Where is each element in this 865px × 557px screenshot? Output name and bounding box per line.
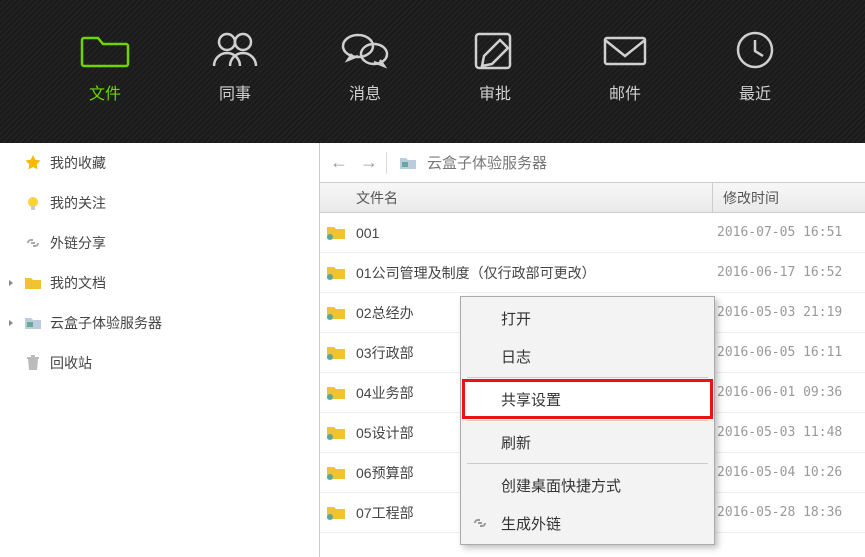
sidebar-share[interactable]: 外链分享 — [0, 223, 319, 263]
row-label: 05设计部 — [356, 423, 414, 443]
trash-icon — [24, 354, 42, 372]
row-time: 2016-05-03 21:19 — [713, 305, 865, 320]
ctx-item-label: 共享设置 — [501, 389, 561, 410]
ctx-item-label: 创建桌面快捷方式 — [501, 475, 621, 496]
header-modtime[interactable]: 修改时间 — [713, 183, 865, 212]
ctx-open[interactable]: 打开 — [463, 299, 712, 337]
folder-icon — [80, 28, 130, 72]
sidebar-mydocs[interactable]: 我的文档 — [0, 263, 319, 303]
tab-label: 审批 — [479, 80, 511, 104]
sidebar-trash[interactable]: 回收站 — [0, 343, 319, 383]
ctx-log[interactable]: 日志 — [463, 337, 712, 375]
expand-icon[interactable] — [6, 318, 16, 328]
ctx-desktop[interactable]: 创建桌面快捷方式 — [463, 466, 712, 504]
tab-recent[interactable]: 最近 — [720, 28, 790, 104]
edit-icon — [470, 28, 520, 72]
ctx-separator — [467, 463, 708, 464]
shared-folder-icon — [326, 385, 346, 401]
tab-approval[interactable]: 审批 — [460, 28, 530, 104]
sidebar-item-label: 我的文档 — [50, 273, 106, 293]
sidebar-item-label: 外链分享 — [50, 233, 106, 253]
tab-label: 同事 — [219, 80, 251, 104]
nav-back-button[interactable]: ← — [326, 151, 352, 175]
link-icon — [471, 514, 489, 532]
tab-files[interactable]: 文件 — [70, 28, 140, 104]
tab-colleagues[interactable]: 同事 — [200, 28, 270, 104]
people-icon — [210, 28, 260, 72]
ctx-separator — [467, 377, 708, 378]
shared-folder-icon — [326, 265, 346, 281]
ctx-separator — [467, 420, 708, 421]
tab-label: 文件 — [89, 80, 121, 104]
shared-folder-icon — [326, 345, 346, 361]
mail-icon — [600, 28, 650, 72]
tab-label: 最近 — [739, 80, 771, 104]
tab-label: 邮件 — [609, 80, 641, 104]
row-label: 02总经办 — [356, 303, 414, 323]
ctx-refresh[interactable]: 刷新 — [463, 423, 712, 461]
shared-folder-icon — [326, 225, 346, 241]
row-label: 04业务部 — [356, 383, 414, 403]
shared-folder-icon — [326, 505, 346, 521]
row-label: 001 — [356, 225, 379, 241]
sidebar-item-label: 云盒子体验服务器 — [50, 313, 162, 333]
row-time: 2016-06-17 16:52 — [713, 265, 865, 280]
ctx-genlink[interactable]: 生成外链 — [463, 504, 712, 542]
row-time: 2016-05-04 10:26 — [713, 465, 865, 480]
separator — [386, 152, 387, 174]
server-folder-icon — [399, 154, 417, 172]
ctx-item-label: 打开 — [501, 308, 531, 329]
shared-folder-icon — [326, 465, 346, 481]
sidebar-server[interactable]: 云盒子体验服务器 — [0, 303, 319, 343]
ctx-item-label: 生成外链 — [501, 513, 561, 534]
sidebar-item-label: 我的关注 — [50, 193, 106, 213]
row-label: 07工程部 — [356, 503, 414, 523]
link-icon — [24, 234, 42, 252]
shared-folder-icon — [326, 425, 346, 441]
sidebar-item-label: 回收站 — [50, 353, 92, 373]
ctx-item-label: 日志 — [501, 346, 531, 367]
context-menu: 打开日志共享设置刷新创建桌面快捷方式生成外链 — [460, 296, 715, 545]
row-time: 2016-05-03 11:48 — [713, 425, 865, 440]
clock-icon — [730, 28, 780, 72]
ctx-share-settings[interactable]: 共享设置 — [463, 380, 712, 418]
top-navigation: 文件 同事 消息 审批 邮件 最近 — [0, 0, 865, 143]
tab-mail[interactable]: 邮件 — [590, 28, 660, 104]
nav-forward-button[interactable]: → — [356, 151, 382, 175]
bulb-icon — [24, 194, 42, 212]
folder-icon — [24, 274, 42, 292]
table-header: 文件名 修改时间 — [320, 183, 865, 213]
row-time: 2016-07-05 16:51 — [713, 225, 865, 240]
server-folder-icon — [24, 314, 42, 332]
sidebar-item-label: 我的收藏 — [50, 153, 106, 173]
table-row[interactable]: 01公司管理及制度（仅行政部可更改） 2016-06-17 16:52 — [320, 253, 865, 293]
row-time: 2016-06-05 16:11 — [713, 345, 865, 360]
content-pane: ← → 云盒子体验服务器 文件名 修改时间 001 2016-07-05 16:5… — [320, 143, 865, 557]
table-row[interactable]: 001 2016-07-05 16:51 — [320, 213, 865, 253]
shared-folder-icon — [326, 305, 346, 321]
sidebar-follow[interactable]: 我的关注 — [0, 183, 319, 223]
star-icon — [24, 154, 42, 172]
ctx-item-label: 刷新 — [501, 432, 531, 453]
chat-icon — [340, 28, 390, 72]
tab-messages[interactable]: 消息 — [330, 28, 400, 104]
breadcrumb-label[interactable]: 云盒子体验服务器 — [427, 152, 547, 173]
tab-label: 消息 — [349, 80, 381, 104]
row-time: 2016-06-01 09:36 — [713, 385, 865, 400]
sidebar: 我的收藏 我的关注 外链分享 我的文档 云盒子体验服务器 回收站 — [0, 143, 320, 557]
row-time: 2016-05-28 18:36 — [713, 505, 865, 520]
row-label: 06预算部 — [356, 463, 414, 483]
sidebar-favorites[interactable]: 我的收藏 — [0, 143, 319, 183]
breadcrumb-bar: ← → 云盒子体验服务器 — [320, 143, 865, 183]
row-label: 01公司管理及制度（仅行政部可更改） — [356, 263, 596, 283]
expand-icon[interactable] — [6, 278, 16, 288]
header-filename[interactable]: 文件名 — [320, 183, 713, 212]
row-label: 03行政部 — [356, 343, 414, 363]
